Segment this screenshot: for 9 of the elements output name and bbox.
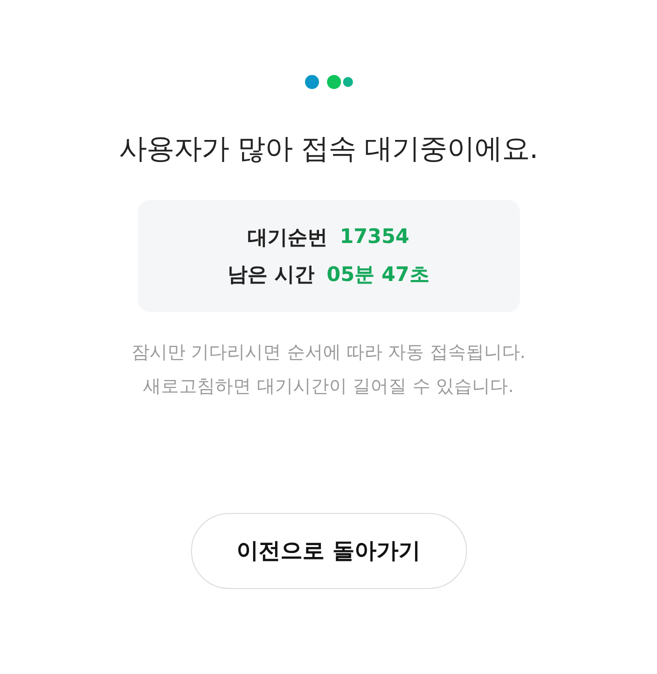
page-title: 사용자가 많아 접속 대기중이에요. [119,131,538,167]
loading-icon [304,74,354,90]
queue-label: 남은 시간 [228,261,315,288]
queue-value: 05분 47초 [326,261,430,288]
queue-value: 17354 [340,224,410,250]
info-text: 잠시만 기다리시면 순서에 따라 자동 접속됩니다. [131,341,526,364]
back-button[interactable]: 이전으로 돌아가기 [190,513,466,589]
queue-label: 대기순번 [248,224,328,251]
info-text: 새로고침하면 대기시간이 길어질 수 있습니다. [143,375,514,398]
